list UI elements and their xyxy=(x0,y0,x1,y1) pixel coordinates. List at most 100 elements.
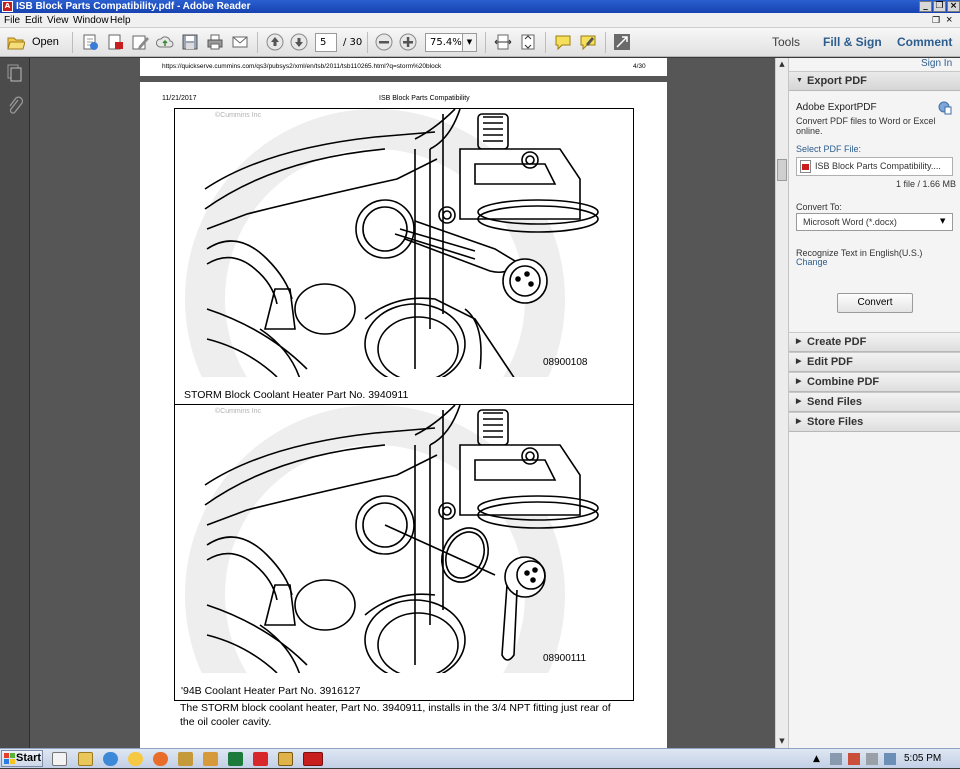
menu-bar: File Edit View Window Help ❐ × xyxy=(0,13,960,28)
folder-app-icon[interactable] xyxy=(203,752,218,766)
sticky-note-comment-icon[interactable] xyxy=(554,33,572,51)
sign-in-link[interactable]: Sign In xyxy=(921,58,952,70)
excel-icon[interactable] xyxy=(228,752,243,766)
window-title: ISB Block Parts Compatibility.pdf - Adob… xyxy=(16,1,251,12)
zoom-level-input[interactable]: 75.4% xyxy=(425,33,463,52)
section-title: Store Files xyxy=(807,416,864,428)
export-pdf-header[interactable]: ▼ Export PDF xyxy=(789,71,960,91)
restore-button[interactable]: ❐ xyxy=(933,1,946,12)
minimize-button[interactable]: _ xyxy=(919,1,932,12)
export-service-title: Adobe ExportPDF xyxy=(796,102,877,113)
export-pdf-icon[interactable] xyxy=(106,33,124,51)
app-icon[interactable] xyxy=(278,752,293,766)
store-files-section[interactable]: ▶ Store Files xyxy=(789,412,960,432)
attachments-paperclip-icon[interactable] xyxy=(7,96,24,117)
scroll-down-arrow-icon[interactable]: ▼ xyxy=(776,735,788,747)
comment-pane-button[interactable]: Comment xyxy=(897,28,952,57)
section-title: Send Files xyxy=(807,396,863,408)
triangle-down-icon: ▼ xyxy=(796,77,803,84)
internet-explorer-icon[interactable] xyxy=(103,752,118,766)
fit-width-icon[interactable] xyxy=(494,33,512,51)
scrollbar-thumb[interactable] xyxy=(777,159,787,181)
firefox-icon[interactable] xyxy=(153,752,168,766)
adobe-reader-taskbar-icon[interactable] xyxy=(303,752,323,766)
upload-cloud-icon[interactable] xyxy=(156,33,174,51)
menu-file[interactable]: File xyxy=(4,13,20,28)
convert-to-label: Convert To: xyxy=(796,202,842,212)
create-pdf-section[interactable]: ▶ Create PDF xyxy=(789,332,960,352)
combine-pdf-section[interactable]: ▶ Combine PDF xyxy=(789,372,960,392)
tools-pane: Sign In ▼ Export PDF Adobe ExportPDF Con… xyxy=(788,58,960,748)
window-title-bar[interactable]: A ISB Block Parts Compatibility.pdf - Ad… xyxy=(0,0,960,13)
print-icon[interactable] xyxy=(206,33,224,51)
tray-icon[interactable] xyxy=(866,753,878,765)
document-view[interactable]: https://quickserve.cummins.com/qs3/pubsy… xyxy=(30,58,775,748)
save-disk-icon[interactable] xyxy=(181,33,199,51)
vertical-scrollbar[interactable]: ▲ ▼ xyxy=(775,58,788,748)
convert-button[interactable]: Convert xyxy=(837,293,913,313)
section-title: Edit PDF xyxy=(807,356,853,368)
chrome-icon[interactable] xyxy=(128,752,143,766)
tools-pane-button[interactable]: Tools xyxy=(772,28,800,57)
figure-storm-heater: ©Cummins Inc 08900108 STORM Block Coolan… xyxy=(174,108,634,405)
file-size-info: 1 file / 1.66 MB xyxy=(896,179,957,189)
previous-page: https://quickserve.cummins.com/qs3/pubsy… xyxy=(140,58,667,76)
selected-file-field[interactable]: ISB Block Parts Compatibility.... xyxy=(796,157,953,176)
next-page-icon[interactable] xyxy=(290,33,308,51)
taskbar-clock[interactable]: 5:05 PM xyxy=(904,749,941,768)
send-files-section[interactable]: ▶ Send Files xyxy=(789,392,960,412)
create-pdf-icon[interactable] xyxy=(81,33,99,51)
email-envelope-icon[interactable] xyxy=(231,33,249,51)
menu-help[interactable]: Help xyxy=(110,13,131,28)
figure-caption: STORM Block Coolant Heater Part No. 3940… xyxy=(184,389,409,401)
file-explorer-icon[interactable] xyxy=(78,752,93,766)
body-text-line: the oil cooler cavity. xyxy=(180,716,272,728)
menu-view[interactable]: View xyxy=(47,13,69,28)
toolbar-separator xyxy=(72,32,73,53)
open-folder-icon[interactable] xyxy=(7,33,26,51)
page-total-label: / 30 xyxy=(343,37,363,48)
section-title: Combine PDF xyxy=(807,376,880,388)
notepad-icon[interactable] xyxy=(52,752,67,766)
start-label: Start xyxy=(16,752,42,764)
toolbar-separator xyxy=(257,32,258,53)
network-icon[interactable] xyxy=(884,753,896,765)
tray-icon[interactable] xyxy=(848,753,860,765)
menu-window[interactable]: Window xyxy=(73,13,109,28)
page-number-input[interactable]: 5 xyxy=(315,33,337,52)
doc-close-button[interactable]: × xyxy=(946,13,952,28)
select-file-label: Select PDF File: xyxy=(796,144,862,154)
toolbar-separator xyxy=(605,32,606,53)
zoom-in-icon[interactable] xyxy=(399,33,417,51)
windows-logo-icon xyxy=(4,753,15,769)
show-hidden-icons-icon[interactable]: ▲ xyxy=(813,753,825,765)
start-button[interactable]: Start xyxy=(1,750,43,767)
quicken-icon[interactable] xyxy=(253,752,268,766)
edit-pdf-section[interactable]: ▶ Edit PDF xyxy=(789,352,960,372)
page-thumbnails-icon[interactable] xyxy=(7,64,23,85)
toolbar-separator xyxy=(367,32,368,53)
fill-sign-pane-button[interactable]: Fill & Sign xyxy=(823,28,882,57)
fit-page-icon[interactable] xyxy=(519,33,537,51)
convert-format-select[interactable]: Microsoft Word (*.docx) ▼ xyxy=(796,213,953,231)
full-screen-icon[interactable] xyxy=(613,33,631,51)
triangle-right-icon: ▶ xyxy=(796,378,802,385)
zoom-dropdown-button[interactable]: ▼ xyxy=(462,33,477,52)
zoom-out-icon[interactable] xyxy=(375,33,393,51)
triangle-right-icon: ▶ xyxy=(796,338,802,345)
doc-restore-button[interactable]: ❐ xyxy=(932,13,940,28)
change-language-link[interactable]: Change xyxy=(796,257,828,267)
figure-number: 08900111 xyxy=(543,653,587,664)
toolbar-separator xyxy=(485,32,486,53)
open-button[interactable]: Open xyxy=(32,28,59,57)
page-header-title: ISB Block Parts Compatibility xyxy=(379,95,470,102)
tray-icon[interactable] xyxy=(830,753,842,765)
section-title: Create PDF xyxy=(807,336,867,348)
close-window-button[interactable]: × xyxy=(947,1,960,12)
menu-edit[interactable]: Edit xyxy=(25,13,42,28)
previous-page-icon[interactable] xyxy=(266,33,284,51)
scroll-up-arrow-icon[interactable]: ▲ xyxy=(776,58,788,70)
edit-pdf-icon[interactable] xyxy=(131,33,149,51)
highlight-text-icon[interactable] xyxy=(579,33,597,51)
archive-app-icon[interactable] xyxy=(178,752,193,766)
